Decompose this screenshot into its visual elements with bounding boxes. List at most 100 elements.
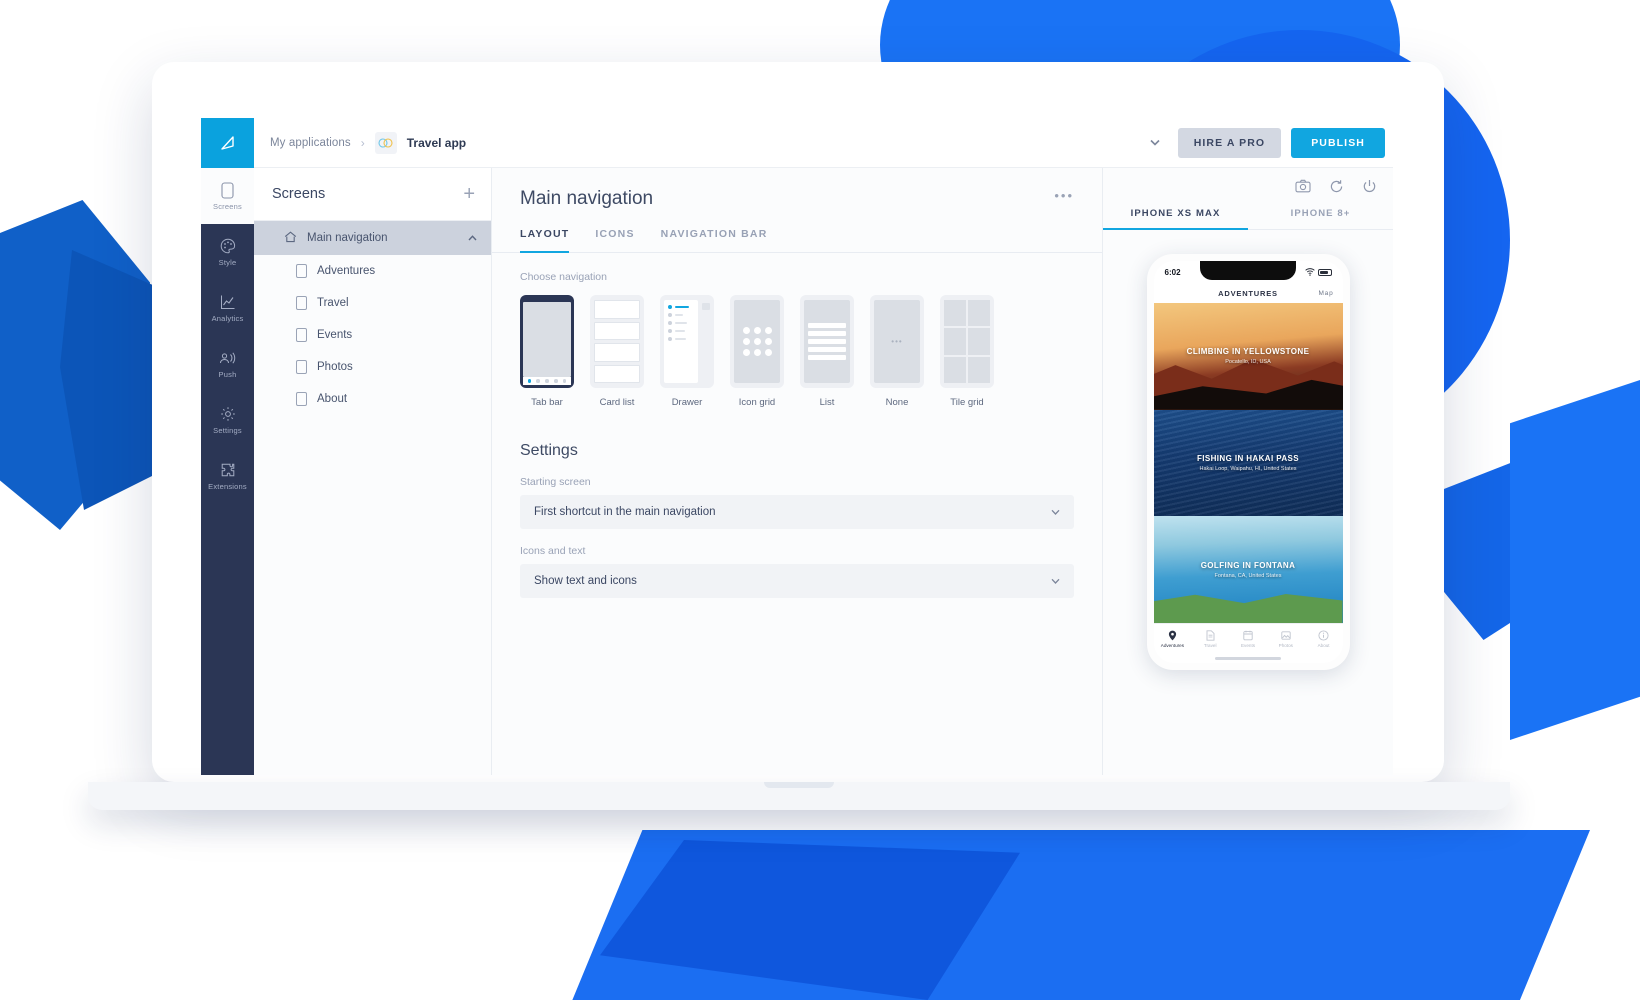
phone-card-subtitle: Fontana, CA, United States — [1215, 573, 1282, 579]
nav-option-label-tab-bar: Tab bar — [520, 397, 574, 408]
preview-tab-iphone-8-plus[interactable]: IPHONE 8+ — [1248, 198, 1393, 230]
settings-heading: Settings — [492, 408, 1102, 460]
blob-right-bar-decoration — [1510, 380, 1640, 740]
screen-label-about: About — [317, 393, 347, 405]
nav-option-drawer[interactable]: Drawer — [660, 295, 714, 408]
pin-icon — [1168, 630, 1177, 641]
phone-nav-bar: ADVENTURES Map — [1154, 283, 1343, 303]
megaphone-icon — [219, 349, 236, 367]
sidebar-item-push[interactable]: Push — [201, 336, 254, 392]
nav-option-list[interactable]: List — [800, 295, 854, 408]
tab-icons[interactable]: ICONS — [595, 228, 634, 253]
icons-and-text-select[interactable]: Show text and icons — [520, 564, 1074, 598]
screen-item-travel[interactable]: Travel — [254, 287, 491, 319]
top-bar-actions: HIRE A PRO PUBLISH — [1140, 128, 1393, 158]
nav-option-label-drawer: Drawer — [660, 397, 714, 408]
screen-item-events[interactable]: Events — [254, 319, 491, 351]
power-icon[interactable] — [1362, 179, 1377, 194]
sidebar-label-push: Push — [219, 370, 237, 379]
nav-option-tile-grid-preview — [940, 295, 994, 388]
chevron-down-icon[interactable] — [1140, 128, 1170, 158]
refresh-icon[interactable] — [1329, 179, 1344, 194]
screen-label-travel: Travel — [317, 297, 349, 309]
starting-screen-field: Starting screen First shortcut in the ma… — [492, 460, 1102, 529]
breadcrumb: My applications › Travel app — [254, 132, 466, 154]
battery-icon — [1318, 269, 1332, 276]
chevron-up-icon[interactable] — [468, 232, 477, 244]
sidebar-item-analytics[interactable]: Analytics — [201, 280, 254, 336]
sidebar-item-style[interactable]: Style — [201, 224, 254, 280]
phone-mockup-wrapper: 6:02 ADVENTURES Map CLI — [1103, 230, 1393, 670]
ellipsis-icon: ••• — [874, 300, 920, 383]
page-icon — [296, 264, 307, 278]
breadcrumb-current-app[interactable]: Travel app — [407, 136, 466, 150]
page-icon — [296, 392, 307, 406]
phone-tab-events[interactable]: Events — [1229, 630, 1267, 648]
phone-tab-bar: Adventures Travel Events — [1154, 623, 1343, 653]
phone-home-indicator — [1154, 653, 1343, 663]
publish-button[interactable]: PUBLISH — [1291, 128, 1385, 158]
phone-tab-adventures[interactable]: Adventures — [1154, 630, 1192, 648]
screen-item-main-navigation[interactable]: Main navigation — [254, 221, 491, 255]
status-time: 6:02 — [1165, 268, 1181, 277]
nav-option-label-none: None — [870, 397, 924, 408]
screen-item-about[interactable]: About — [254, 383, 491, 415]
sidebar-item-screens[interactable]: Screens — [201, 168, 254, 224]
laptop-notch — [764, 782, 834, 788]
nav-option-tile-grid[interactable]: Tile grid — [940, 295, 994, 408]
screen-label-adventures: Adventures — [317, 265, 375, 277]
nav-option-icon-grid[interactable]: Icon grid — [730, 295, 784, 408]
phone-card-subtitle: Pocatello, ID, USA — [1225, 359, 1271, 365]
phone-status-bar: 6:02 — [1154, 261, 1343, 283]
phone-tab-travel[interactable]: Travel — [1191, 630, 1229, 648]
preview-device-tabs: IPHONE XS MAX IPHONE 8+ — [1103, 198, 1393, 230]
phone-card-fishing[interactable]: FISHING IN HAKAI PASS Hakai Loop, Waipah… — [1154, 410, 1343, 517]
add-screen-button[interactable]: + — [463, 184, 475, 204]
sidebar-item-settings[interactable]: Settings — [201, 392, 254, 448]
choose-navigation-label: Choose navigation — [492, 253, 1102, 283]
phone-icon — [221, 181, 234, 199]
app-logo[interactable] — [201, 118, 254, 168]
tab-navigation-bar[interactable]: NAVIGATION BAR — [661, 228, 768, 253]
page-icon — [296, 296, 307, 310]
sidebar-label-screens: Screens — [213, 202, 242, 211]
travel-app-icon — [375, 132, 397, 154]
ellipsis-icon[interactable]: ••• — [1054, 188, 1074, 203]
nav-option-card-list[interactable]: Card list — [590, 295, 644, 408]
puzzle-icon — [220, 461, 236, 479]
hire-a-pro-button[interactable]: HIRE A PRO — [1178, 128, 1281, 158]
phone-tab-photos[interactable]: Photos — [1267, 630, 1305, 648]
camera-icon[interactable] — [1295, 179, 1311, 193]
phone-card-climbing[interactable]: CLIMBING IN YELLOWSTONE Pocatello, ID, U… — [1154, 303, 1343, 410]
chart-line-icon — [220, 293, 236, 311]
calendar-icon — [1243, 630, 1253, 641]
starting-screen-select[interactable]: First shortcut in the main navigation — [520, 495, 1074, 529]
nav-option-tab-bar[interactable]: Tab bar — [520, 295, 574, 408]
phone-card-subtitle: Hakai Loop, Waipahu, HI, United States — [1199, 466, 1296, 472]
tab-layout[interactable]: LAYOUT — [520, 228, 569, 253]
left-navigation-rail: Screens Style Analytics Push — [201, 168, 254, 775]
nav-option-list-preview — [800, 295, 854, 388]
screen-item-adventures[interactable]: Adventures — [254, 255, 491, 287]
sidebar-label-settings: Settings — [213, 426, 242, 435]
app-window: My applications › Travel app HIRE A PRO … — [201, 118, 1393, 775]
nav-option-label-list: List — [800, 397, 854, 408]
icons-and-text-value: Show text and icons — [534, 575, 637, 587]
nav-option-none[interactable]: ••• None — [870, 295, 924, 408]
screen-item-photos[interactable]: Photos — [254, 351, 491, 383]
sidebar-label-analytics: Analytics — [212, 314, 244, 323]
nav-option-label-tile-grid: Tile grid — [940, 397, 994, 408]
breadcrumb-my-applications[interactable]: My applications — [270, 137, 351, 149]
page-icon — [296, 328, 307, 342]
laptop-base — [88, 782, 1510, 810]
breadcrumb-separator: › — [361, 136, 365, 150]
screens-header: Screens + — [254, 168, 491, 221]
phone-card-golfing[interactable]: GOLFING IN FONTANA Fontana, CA, United S… — [1154, 516, 1343, 623]
icons-and-text-label: Icons and text — [520, 545, 1074, 557]
phone-nav-map-link[interactable]: Map — [1318, 290, 1333, 297]
device-preview-panel: IPHONE XS MAX IPHONE 8+ 6:02 — [1103, 168, 1393, 775]
phone-tab-about[interactable]: About — [1305, 630, 1343, 648]
preview-tab-iphone-xs-max[interactable]: IPHONE XS MAX — [1103, 198, 1248, 230]
sidebar-item-extensions[interactable]: Extensions — [201, 448, 254, 504]
chevron-down-icon — [1051, 575, 1060, 587]
